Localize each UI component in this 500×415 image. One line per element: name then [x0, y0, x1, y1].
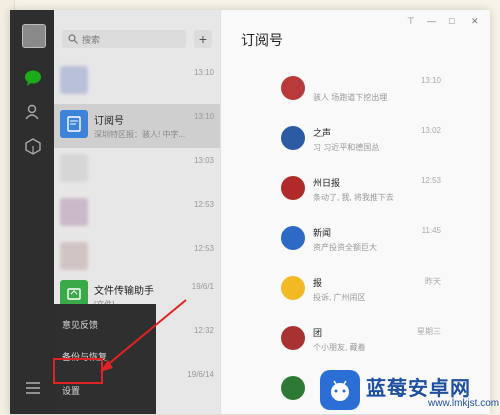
annotation-arrow: [100, 299, 187, 372]
watermark: 蓝莓安卓网 www.lmkjst.com: [318, 370, 500, 414]
watermark-url: www.lmkjst.com: [428, 398, 500, 409]
watermark-brand: 蓝莓安卓网: [366, 378, 471, 400]
android-logo-icon: [320, 370, 360, 410]
